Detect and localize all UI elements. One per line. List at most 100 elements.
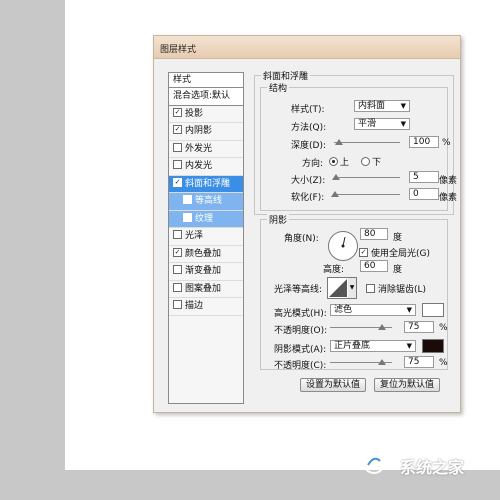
- direction-down-option[interactable]: 下: [361, 155, 381, 168]
- shadow-opacity-unit: %: [439, 358, 448, 368]
- highlight-mode-select[interactable]: 滤色 ▼: [330, 304, 416, 316]
- style-item-stroke[interactable]: 描边: [169, 298, 243, 316]
- style-item-label: 等高线: [195, 196, 223, 206]
- gloss-contour-preview[interactable]: [327, 277, 349, 299]
- altitude-input[interactable]: 60: [360, 260, 388, 272]
- checkbox[interactable]: [173, 282, 182, 292]
- style-item-gradient-overlay[interactable]: 渐变叠加: [169, 263, 243, 281]
- highlight-opacity-thumb[interactable]: [378, 324, 386, 330]
- antialias-option[interactable]: 消除锯齿(L): [366, 282, 426, 295]
- chevron-down-icon: ▼: [406, 342, 412, 350]
- angle-label: 角度(N):: [284, 234, 319, 244]
- radio-up[interactable]: [329, 157, 338, 166]
- antialias-checkbox[interactable]: [366, 284, 375, 293]
- style-item-bevel-emboss[interactable]: ✓ 斜面和浮雕: [169, 175, 243, 193]
- global-light-option[interactable]: ✓ 使用全局光(G): [359, 246, 430, 259]
- checkbox[interactable]: ✓: [173, 247, 182, 257]
- depth-input[interactable]: 100: [409, 136, 439, 148]
- gloss-contour-dropdown[interactable]: ▼: [348, 277, 357, 299]
- soften-input[interactable]: 0: [409, 188, 439, 200]
- size-slider-track[interactable]: [334, 177, 400, 178]
- checkbox[interactable]: [173, 300, 182, 309]
- style-item-label: 外发光: [185, 143, 213, 154]
- size-input[interactable]: 5: [409, 171, 439, 183]
- checkbox[interactable]: [173, 142, 182, 152]
- depth-unit: %: [442, 138, 451, 148]
- style-item-label: 纹理: [195, 213, 214, 224]
- style-item-inner-shadow[interactable]: ✓ 内阴影: [169, 123, 243, 141]
- style-item-label: 内阴影: [185, 126, 213, 136]
- highlight-opacity-input[interactable]: 75: [404, 321, 434, 333]
- style-item-label: 投影: [185, 108, 204, 119]
- direction-up-label: 上: [340, 158, 350, 168]
- reset-default-button[interactable]: 复位为默认值: [374, 378, 440, 392]
- title-bar[interactable]: 图层样式: [154, 36, 460, 59]
- shadow-opacity-label: 不透明度(C):: [274, 361, 327, 371]
- structure-title: 结构: [267, 81, 290, 94]
- style-item-inner-glow[interactable]: 内发光: [169, 158, 243, 176]
- soften-slider-track[interactable]: [334, 194, 400, 195]
- style-item-outer-glow[interactable]: 外发光: [169, 141, 243, 158]
- size-unit: 像素: [439, 176, 458, 186]
- shadow-opacity-input[interactable]: 75: [404, 356, 434, 368]
- size-label: 大小(Z):: [291, 176, 326, 186]
- depth-slider-thumb[interactable]: [335, 139, 343, 145]
- watermark-logo-icon: [363, 452, 385, 474]
- style-item-texture[interactable]: 纹理: [169, 210, 243, 228]
- shadow-opacity-thumb[interactable]: [378, 359, 386, 365]
- checkbox[interactable]: ✓: [173, 177, 182, 187]
- direction-down-label: 下: [372, 158, 382, 168]
- direction-up-option[interactable]: 上: [329, 155, 349, 168]
- style-item-color-overlay[interactable]: ✓ 颜色叠加: [169, 246, 243, 263]
- soften-label: 软化(F):: [291, 193, 325, 203]
- size-slider-thumb[interactable]: [332, 174, 340, 180]
- checkbox[interactable]: ✓: [173, 107, 182, 117]
- technique-select[interactable]: 平滑 ▼: [354, 118, 410, 130]
- style-item-label: 斜面和浮雕: [185, 178, 231, 189]
- styles-header[interactable]: 样式: [169, 73, 243, 88]
- angle-input[interactable]: 80: [360, 228, 388, 240]
- styles-list: 样式 混合选项:默认 ✓ 投影 ✓ 内阴影 外发光 内发光 ✓ 斜面和浮雕 等高线 纹…: [168, 72, 244, 404]
- highlight-color-swatch[interactable]: [422, 303, 444, 317]
- style-item-label: 内发光: [185, 161, 213, 171]
- style-item-drop-shadow[interactable]: ✓ 投影: [169, 106, 243, 123]
- style-select[interactable]: 内斜面 ▼: [354, 100, 410, 112]
- altitude-unit: 度: [393, 265, 403, 275]
- highlight-mode-value: 滤色: [334, 305, 353, 315]
- highlight-mode-label: 高光模式(H):: [274, 309, 327, 319]
- depth-slider-track[interactable]: [334, 142, 400, 143]
- style-item-label: 颜色叠加: [185, 248, 222, 259]
- checkbox[interactable]: ✓: [173, 125, 182, 134]
- checkbox[interactable]: [173, 160, 182, 169]
- blending-options-item[interactable]: 混合选项:默认: [169, 88, 243, 106]
- soften-slider-thumb[interactable]: [331, 191, 339, 197]
- technique-select-value: 平滑: [358, 119, 377, 129]
- style-item-label: 光泽: [185, 231, 204, 241]
- checkbox[interactable]: [173, 230, 182, 239]
- checkbox[interactable]: [173, 265, 182, 274]
- checkbox[interactable]: [183, 195, 192, 204]
- layer-style-dialog: 图层样式 样式 混合选项:默认 ✓ 投影 ✓ 内阴影 外发光 内发光 ✓ 斜面和浮雕 …: [153, 35, 461, 413]
- chevron-down-icon: ▼: [400, 102, 406, 110]
- checkbox[interactable]: [183, 212, 192, 222]
- style-item-contour[interactable]: 等高线: [169, 193, 243, 211]
- style-item-pattern-overlay[interactable]: 图案叠加: [169, 281, 243, 298]
- style-select-value: 内斜面: [358, 101, 386, 111]
- global-light-label: 使用全局光(G): [371, 249, 430, 259]
- angle-dial[interactable]: [328, 231, 358, 261]
- shadow-color-swatch[interactable]: [422, 339, 444, 353]
- shadow-mode-select[interactable]: 正片叠底 ▼: [330, 340, 416, 352]
- radio-down[interactable]: [361, 157, 370, 166]
- style-item-label: 图案叠加: [185, 283, 222, 294]
- dialog-title: 图层样式: [160, 45, 197, 55]
- angle-unit: 度: [393, 233, 403, 243]
- style-item-label: 描边: [185, 301, 204, 311]
- make-default-button[interactable]: 设置为默认值: [300, 378, 366, 392]
- shadow-mode-value: 正片叠底: [334, 341, 371, 351]
- watermark-text: 系统之家: [400, 458, 465, 477]
- global-light-checkbox[interactable]: ✓: [359, 248, 368, 257]
- shadow-mode-label: 阴影模式(A):: [274, 345, 327, 355]
- chevron-down-icon: ▼: [406, 306, 412, 314]
- style-item-satin[interactable]: 光泽: [169, 228, 243, 246]
- highlight-opacity-unit: %: [439, 323, 448, 333]
